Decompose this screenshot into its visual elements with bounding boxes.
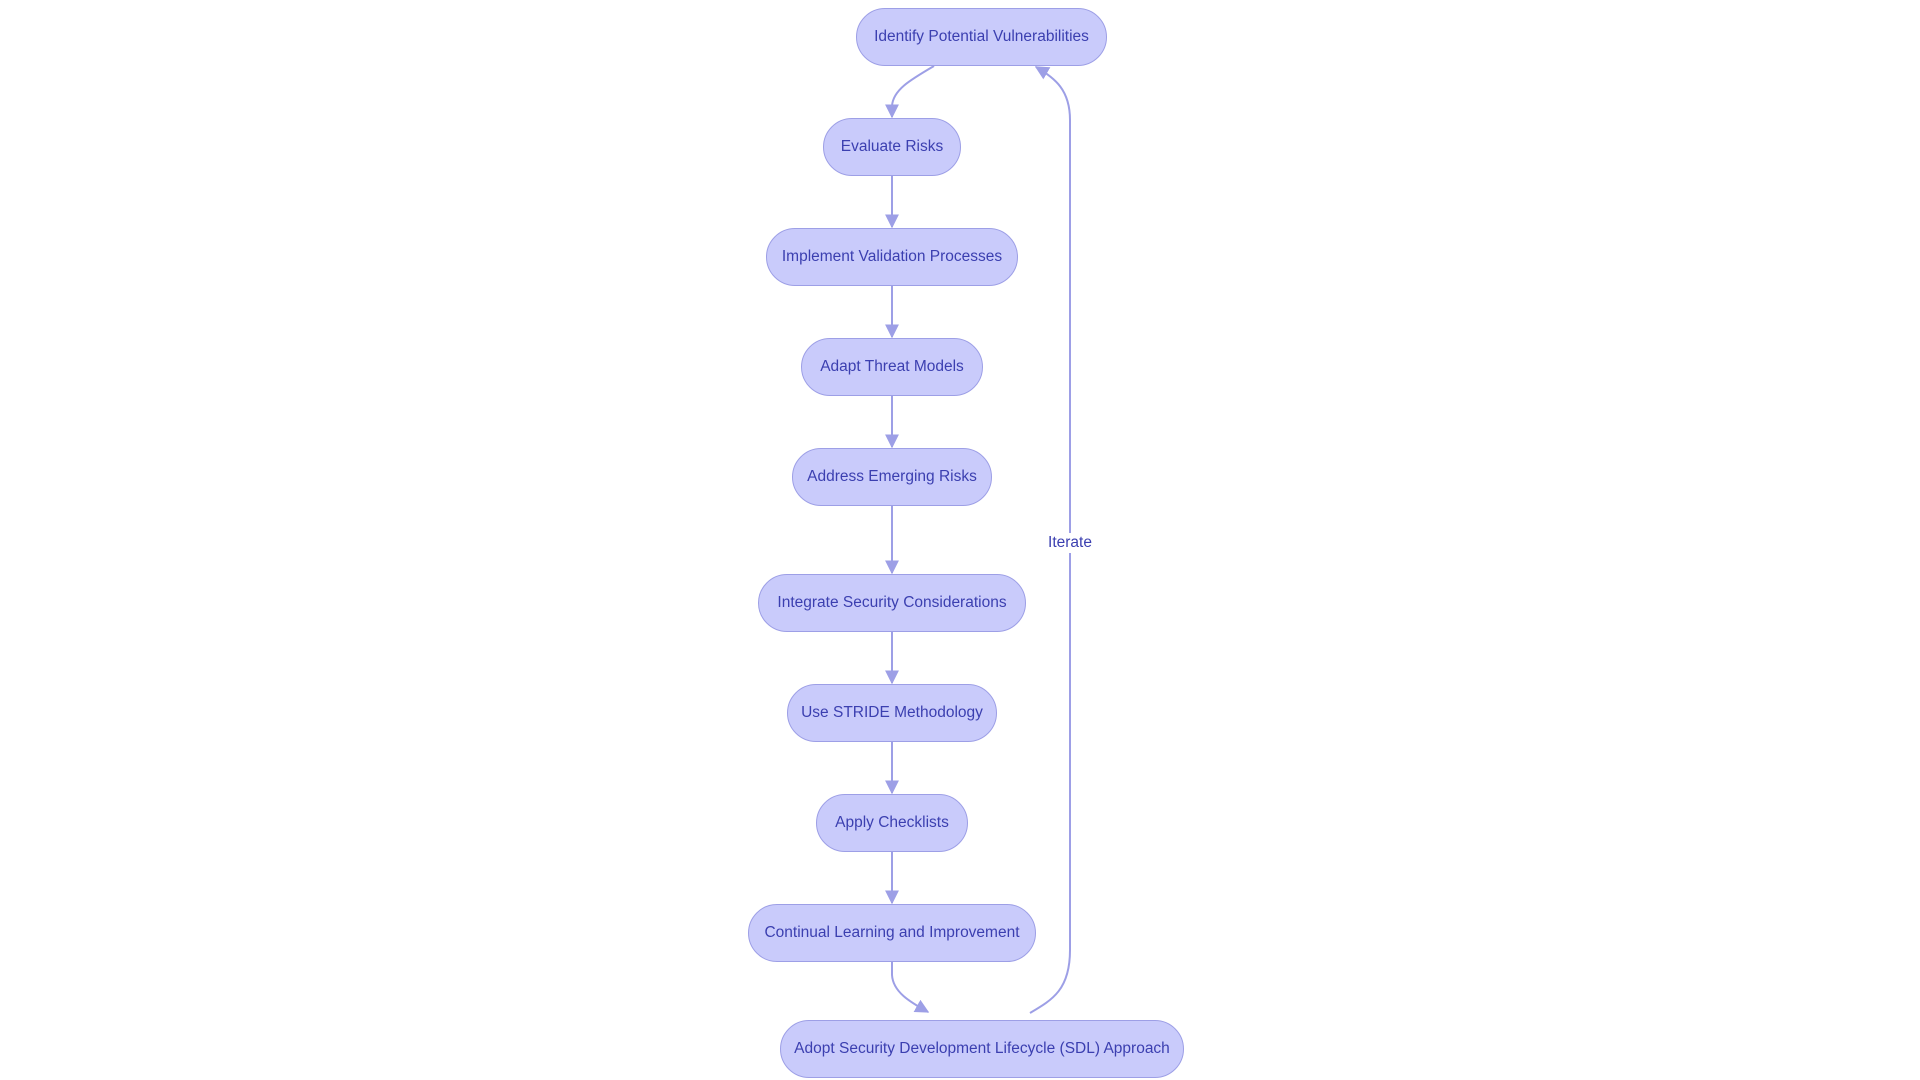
node-integrate-security-considerations[interactable]: Integrate Security Considerations: [758, 574, 1026, 632]
node-implement-validation-processes[interactable]: Implement Validation Processes: [766, 228, 1018, 286]
node-address-emerging-risks[interactable]: Address Emerging Risks: [792, 448, 992, 506]
edge-n9-n10: [891, 962, 930, 1013]
node-continual-learning-and-improvement[interactable]: Continual Learning and Improvement: [748, 904, 1036, 962]
edge-label-iterate: Iterate: [1046, 533, 1094, 553]
node-adopt-sdl-approach[interactable]: Adopt Security Development Lifecycle (SD…: [780, 1020, 1184, 1078]
flowchart-diagram: Identify Potential Vulnerabilities Evalu…: [0, 0, 1920, 1080]
node-adapt-threat-models[interactable]: Adapt Threat Models: [801, 338, 983, 396]
edge-n1-n2: [885, 65, 935, 119]
node-use-stride-methodology[interactable]: Use STRIDE Methodology: [787, 684, 997, 742]
node-identify-potential-vulnerabilities[interactable]: Identify Potential Vulnerabilities: [856, 8, 1107, 66]
node-apply-checklists[interactable]: Apply Checklists: [816, 794, 968, 852]
node-evaluate-risks[interactable]: Evaluate Risks: [823, 118, 961, 176]
